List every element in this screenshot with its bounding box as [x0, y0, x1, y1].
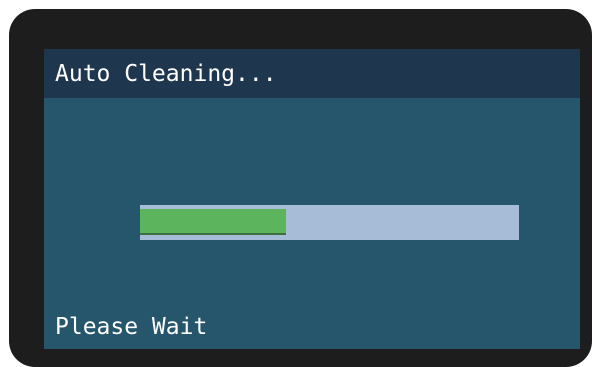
display-screen: Auto Cleaning... Please Wait — [44, 49, 580, 349]
progress-bar-fill — [140, 209, 286, 235]
title-bar: Auto Cleaning... — [44, 49, 580, 98]
device-bezel: Auto Cleaning... Please Wait — [9, 9, 592, 367]
progress-bar — [140, 205, 519, 240]
status-message: Please Wait — [55, 314, 208, 340]
screen-title: Auto Cleaning... — [55, 61, 277, 87]
